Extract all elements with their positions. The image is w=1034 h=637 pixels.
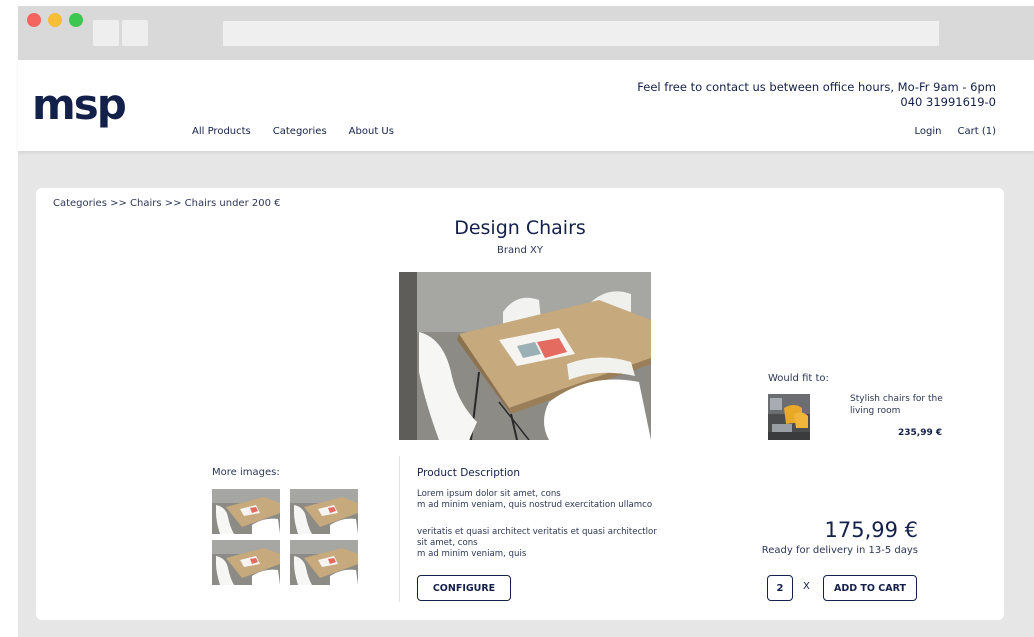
browser-toolbar (18, 6, 1034, 60)
nav-all-products[interactable]: All Products (192, 126, 251, 137)
office-hours: Feel free to contact us between office h… (637, 80, 996, 94)
quantity-multiplier: X (803, 581, 810, 592)
address-bar[interactable] (223, 21, 939, 46)
product-brand: Brand XY (497, 245, 543, 256)
description-paragraph-1: Lorem ipsum dolor sit amet, cons m ad mi… (417, 489, 662, 511)
cart-link[interactable]: Cart (1) (958, 126, 997, 137)
configure-button[interactable]: CONFIGURE (417, 575, 511, 601)
browser-window: msp All Products Categories About Us Fee… (18, 6, 1034, 637)
divider (399, 456, 400, 602)
breadcrumb[interactable]: Categories >> Chairs >> Chairs under 200… (53, 198, 281, 209)
thumbnail-image-2[interactable] (290, 489, 358, 534)
maximize-window-button[interactable] (69, 13, 83, 27)
more-images-label: More images: (212, 467, 280, 478)
close-window-button[interactable] (27, 13, 41, 27)
related-product-name[interactable]: Stylish chairs for the living room (850, 393, 950, 417)
description-line: sit amet, cons (417, 538, 478, 548)
related-product-image[interactable] (768, 394, 810, 440)
nav-about-us[interactable]: About Us (349, 126, 394, 137)
thumbnail-photo (212, 489, 280, 534)
description-line: m ad minim veniam, quis (417, 549, 527, 559)
product-main-image[interactable] (399, 272, 651, 440)
phone-number: 040 31991619-0 (900, 95, 996, 109)
main-nav: All Products Categories About Us (192, 126, 394, 137)
nav-categories[interactable]: Categories (273, 126, 327, 137)
product-photo-table-chairs (399, 272, 651, 440)
delivery-info: Ready for delivery in 13-5 days (761, 545, 918, 556)
logo[interactable]: msp (32, 80, 127, 129)
product-card: Categories >> Chairs >> Chairs under 200… (36, 188, 1004, 620)
login-link[interactable]: Login (915, 126, 942, 137)
minimize-window-button[interactable] (48, 13, 62, 27)
site-header: msp All Products Categories About Us Fee… (18, 60, 1034, 151)
thumbnail-image-3[interactable] (212, 540, 280, 585)
product-price: 175,99 € (824, 518, 918, 542)
would-fit-label: Would fit to: (768, 373, 829, 384)
description-paragraph-2: veritatis et quasi architect veritatis e… (417, 527, 662, 560)
thumbnail-image-4[interactable] (290, 540, 358, 585)
thumbnail-photo (290, 540, 358, 585)
back-button[interactable] (93, 20, 119, 46)
user-nav: Login Cart (1) (915, 126, 996, 137)
description-line: Lorem ipsum dolor sit amet, cons (417, 489, 561, 499)
thumbnail-image-1[interactable] (212, 489, 280, 534)
thumbnail-photo (212, 540, 280, 585)
contact-info: Feel free to contact us between office h… (637, 80, 996, 110)
product-title: Design Chairs (454, 217, 586, 239)
description-line: veritatis et quasi architect veritatis e… (417, 527, 657, 537)
related-product-price: 235,99 € (898, 428, 943, 438)
description-title: Product Description (417, 467, 521, 479)
thumbnail-photo (290, 489, 358, 534)
forward-button[interactable] (122, 20, 148, 46)
add-to-cart-button[interactable]: ADD TO CART (823, 575, 917, 601)
related-product-photo (768, 394, 810, 440)
description-line: m ad minim veniam, quis nostrud exercita… (417, 500, 653, 510)
quantity-input[interactable] (767, 575, 793, 601)
